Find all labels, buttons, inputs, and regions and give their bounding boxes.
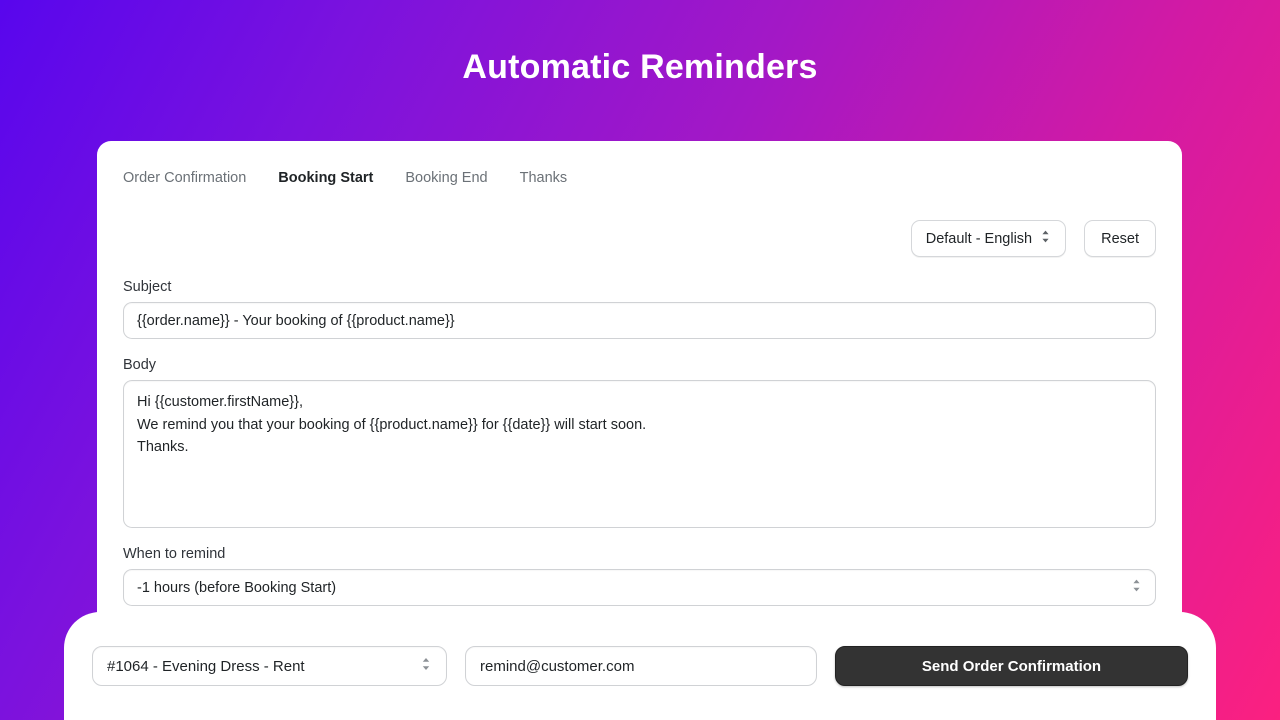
- language-select[interactable]: Default - English: [910, 220, 1067, 257]
- order-select-value: #1064 - Evening Dress - Rent: [107, 657, 305, 675]
- subject-label: Subject: [123, 279, 172, 295]
- language-select-value: Default - English: [925, 230, 1033, 247]
- body-field-block: Body Hi {{customer.firstName}}, We remin…: [97, 357, 1182, 528]
- template-toolbar: Default - English Reset: [97, 220, 1182, 257]
- bottom-action-bar: #1064 - Evening Dress - Rent remind@cust…: [64, 612, 1216, 720]
- body-textarea[interactable]: Hi {{customer.firstName}}, We remind you…: [123, 380, 1156, 528]
- reset-button[interactable]: Reset: [1084, 220, 1156, 257]
- when-to-remind-select[interactable]: -1 hours (before Booking Start): [123, 569, 1156, 606]
- body-label: Body: [123, 357, 157, 373]
- chevron-up-down-icon: [420, 656, 432, 676]
- page-title: Automatic Reminders: [462, 48, 818, 86]
- subject-input[interactable]: {{order.name}} - Your booking of {{produ…: [123, 302, 1156, 339]
- when-to-remind-value: -1 hours (before Booking Start): [137, 579, 337, 596]
- order-select[interactable]: #1064 - Evening Dress - Rent: [92, 646, 447, 686]
- email-input[interactable]: remind@customer.com: [465, 646, 817, 686]
- tab-booking-start[interactable]: Booking Start: [262, 168, 389, 188]
- tab-order-confirmation[interactable]: Order Confirmation: [123, 168, 262, 188]
- tab-thanks[interactable]: Thanks: [504, 168, 584, 188]
- subject-field-block: Subject {{order.name}} - Your booking of…: [97, 279, 1182, 339]
- template-tabs: Order Confirmation Booking Start Booking…: [97, 141, 1182, 188]
- chevron-up-down-icon: [1040, 229, 1051, 248]
- send-order-confirmation-button[interactable]: Send Order Confirmation: [835, 646, 1188, 686]
- when-to-remind-field-block: When to remind -1 hours (before Booking …: [97, 546, 1182, 606]
- tab-booking-end[interactable]: Booking End: [389, 168, 503, 188]
- chevron-up-down-icon: [1131, 578, 1142, 597]
- when-to-remind-label: When to remind: [123, 546, 226, 562]
